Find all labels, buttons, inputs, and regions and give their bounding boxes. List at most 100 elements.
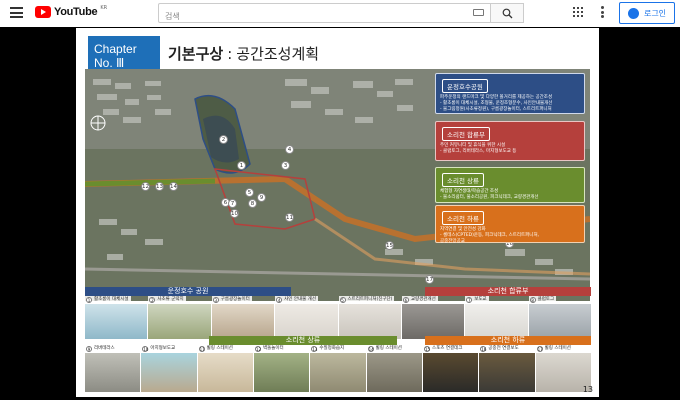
thumbnail: 7 보도교	[465, 296, 528, 339]
band-sori-upstream: 소리천 상류	[209, 336, 397, 345]
map-marker: 2	[219, 135, 228, 144]
thumbnail: 1 활초롱이 대체시설	[85, 296, 148, 339]
thumb-label: 휠링 스테이션	[375, 346, 402, 351]
thumb-label: 공중전 연결보도	[488, 346, 519, 351]
map-marker: 3	[281, 161, 290, 170]
band-unjeong-lake-park: 운정호수 공원	[85, 287, 291, 296]
legend-sori-upstream: 소리천 상류 체험형 자연생태/학습공간 조성 - 물소리쉼터, 물소리공원, …	[435, 167, 585, 203]
thumb-number: 14	[367, 346, 374, 352]
legend-title: 소리천 합류부	[442, 127, 490, 141]
map-marker: 5	[245, 188, 254, 197]
band-sori-downstream: 소리천 하류	[425, 336, 591, 345]
thumbnail: 5 스트리트퍼니처(친구단)	[338, 296, 401, 339]
thumbnail-row-1: 1 활초롱이 대체시설 2 사초류 군락지 3 구름광장놀이터 4 사인 안내물 개선 …	[85, 296, 591, 339]
youtube-topbar: YouTube KR 로그인	[0, 0, 680, 27]
thumb-label: 아치형보도교	[150, 346, 176, 351]
map-marker: 1	[237, 161, 246, 170]
search-box	[158, 3, 491, 26]
thumb-number: 10	[142, 346, 149, 352]
thumb-label: 사초류 군락지	[157, 297, 184, 302]
thumbnail: 8 클럽토그	[528, 296, 591, 339]
legend-line: - 물소리쉼터, 물소리공원, 피크닉데크, 교량경관개선	[440, 195, 539, 200]
thumbnail: 6 교량경관개선	[401, 296, 465, 339]
thumbnail: 11 휠링 스테이션	[197, 345, 253, 392]
thumb-number: 17	[536, 346, 543, 352]
video-slide[interactable]: Chapter No. Ⅲ 기본구상: 공간조성계획 1 2 3 4 5 6 7…	[76, 28, 599, 397]
aerial-map: 1 2 3 4 5 6 7 8 9 10 11 12 13 14 15 16 1…	[85, 69, 590, 301]
search-icon	[502, 8, 512, 18]
legend-body: 지역연결 및 안전성 강화 - 셀테스(CPTED)운동, 피크닉데크, 스트리…	[436, 225, 584, 247]
chapter-number: No. Ⅲ	[94, 56, 125, 70]
thumb-label: 스트리트퍼니처(친구단)	[347, 297, 393, 302]
keyboard-icon[interactable]	[473, 9, 484, 16]
thumbnail: 10 아치형보도교	[141, 345, 197, 392]
thumb-number: 2	[149, 297, 156, 303]
thumbnail: 9 리버테라스	[85, 345, 141, 392]
slide-title: 기본구상: 공간조성계획	[168, 43, 319, 64]
legend-body: 체험형 자연생태/학습공간 조성 - 물소리쉼터, 물소리공원, 피크닉데크, …	[436, 187, 584, 203]
login-button[interactable]: 로그인	[619, 2, 675, 24]
thumb-number: 13	[311, 346, 318, 352]
thumbnail: 4 사인 안내물 개선	[275, 296, 338, 339]
thumb-number: 8	[529, 297, 536, 303]
thumb-label: 활초롱이 대체시설	[94, 297, 129, 302]
more-options-icon[interactable]	[601, 6, 604, 18]
map-marker: 14	[169, 182, 178, 191]
legend-title: 소리천 하류	[442, 211, 484, 225]
thumbnail: 2 사초류 군락지	[148, 296, 211, 339]
map-marker: 10	[230, 209, 239, 218]
thumb-number: 6	[402, 297, 409, 303]
map-marker: 17	[425, 275, 434, 284]
thumb-number: 7	[466, 297, 473, 303]
thumb-number: 15	[423, 346, 431, 352]
map-marker: 13	[155, 182, 164, 191]
north-compass-icon	[90, 115, 106, 131]
thumb-label: 스포츠 연결데크	[431, 346, 463, 351]
thumb-number: 11	[198, 346, 205, 352]
thumb-label: 보도교	[474, 297, 487, 302]
legend-body: 파주운정의 랜드마크 및 다양한 볼거리를 제공하는 공간조성 - 활초롱이 대…	[436, 93, 584, 115]
thumb-number: 3	[212, 297, 219, 303]
map-marker: 4	[285, 145, 294, 154]
thumbnail: 14 휠링 스테이션	[366, 345, 422, 392]
legend-title: 소리천 상류	[442, 173, 484, 187]
title-main: 기본구상	[168, 45, 224, 63]
page-number: 13	[582, 385, 593, 394]
search-button[interactable]	[491, 3, 524, 23]
hamburger-menu-icon[interactable]	[10, 7, 23, 18]
map-marker: 11	[285, 213, 294, 222]
thumb-number: 12	[254, 346, 262, 352]
thumbnail: 12 벽돌놀이터	[253, 345, 310, 392]
thumbnail: 3 구름광장놀이터	[211, 296, 275, 339]
band-sori-confluence: 소리천 합류부	[425, 287, 591, 296]
thumb-number: 1	[86, 297, 92, 303]
map-marker: 9	[257, 193, 266, 202]
thumb-label: 휠링 스테이션	[206, 346, 233, 351]
thumb-number: 9	[86, 346, 92, 352]
map-marker: 7	[228, 199, 237, 208]
thumb-number: 4	[276, 297, 283, 303]
thumb-label: 교량경관개선	[410, 297, 436, 302]
thumbnail: 16 공중전 연결보도	[479, 345, 535, 392]
map-marker: 15	[385, 241, 394, 250]
thumbnail: 13 수질정화습지	[310, 345, 366, 392]
thumbnail-row-2: 9 리버테라스 10 아치형보도교 11 휠링 스테이션 12 벽돌놀이터 13 수질정화…	[85, 345, 591, 392]
region-code: KR	[100, 5, 108, 11]
legend-body: 주민 커뮤니티 및 휴식을 위한 시설 - 클럽토그, 리버테라스, 마지형보도…	[436, 141, 584, 157]
thumb-label: 벽돌놀이터	[262, 346, 284, 351]
thumb-label: 휠링 스테이션	[544, 346, 571, 351]
thumb-label: 수질정화습지	[319, 346, 345, 351]
account-icon	[627, 7, 639, 19]
youtube-play-icon	[35, 6, 51, 18]
login-label: 로그인	[643, 8, 667, 18]
legend-line: - 물그림정원(사초류정원), 구름광장놀이터, 스트리트퍼니처	[440, 107, 552, 112]
youtube-logo[interactable]: YouTube KR	[35, 5, 108, 18]
title-colon: :	[227, 45, 233, 63]
legend-unjeong-lake-park: 운정호수공원 파주운정의 랜드마크 및 다양한 볼거리를 제공하는 공간조성 -…	[435, 73, 585, 114]
legend-sori-downstream: 소리천 하류 지역연결 및 안전성 강화 - 셀테스(CPTED)운동, 피크닉…	[435, 205, 585, 244]
thumb-number: 16	[480, 346, 487, 352]
search-input[interactable]	[159, 7, 459, 26]
apps-grid-icon[interactable]	[573, 7, 583, 17]
chapter-word: Chapter	[94, 42, 137, 56]
thumb-label: 클럽토그	[537, 297, 555, 302]
